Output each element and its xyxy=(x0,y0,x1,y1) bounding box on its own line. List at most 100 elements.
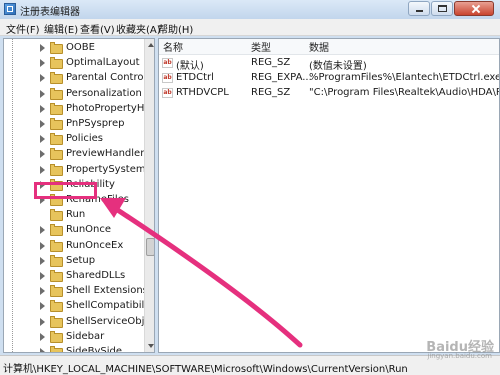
tree-item[interactable]: SideBySide xyxy=(4,345,142,353)
expand-arrow-icon[interactable] xyxy=(40,89,45,98)
tree-item[interactable]: RunOnceEx xyxy=(4,239,142,254)
value-data: %ProgramFiles%\Elantech\ETDCtrl.exe xyxy=(309,72,500,83)
value-row[interactable]: ab (默认) REG_SZ (数值未设置) xyxy=(159,56,499,72)
tree-item[interactable]: Sidebar xyxy=(4,330,142,345)
list-header: 名称 类型 数据 xyxy=(159,39,499,55)
expand-arrow-icon[interactable] xyxy=(40,165,45,174)
tree-item-label: RunOnce xyxy=(66,224,112,236)
minimize-button[interactable] xyxy=(408,1,430,16)
tree-item-label: PnPSysprep xyxy=(66,118,125,129)
folder-icon xyxy=(50,254,63,267)
folder-icon xyxy=(50,57,63,70)
value-data: "C:\Program Files\Realtek\Audio\HDA\RAVC… xyxy=(309,87,500,98)
tree-item[interactable]: Run xyxy=(4,208,142,223)
tree-scrollbar[interactable] xyxy=(144,39,154,352)
folder-icon xyxy=(50,315,63,328)
menu-favorites[interactable]: 收藏夹(A) xyxy=(116,21,161,36)
tree-item[interactable]: Parental Controls xyxy=(4,71,151,86)
tree-item[interactable]: Shell Extensions xyxy=(4,284,148,299)
tree-item[interactable]: RunOnce xyxy=(4,223,142,238)
expand-arrow-icon[interactable] xyxy=(40,287,45,296)
tree-item[interactable]: OOBE xyxy=(4,41,142,56)
tree-item[interactable]: PhotoPropertyHanc xyxy=(4,102,154,117)
tree-item-label: SideBySide xyxy=(66,346,123,353)
expand-arrow-icon[interactable] xyxy=(40,256,45,265)
folder-icon xyxy=(50,102,63,115)
folder-icon xyxy=(50,346,63,352)
expand-arrow-icon[interactable] xyxy=(40,120,45,128)
baidu-watermark-url: jingyan.baidu.com xyxy=(427,352,492,360)
expand-arrow-icon[interactable] xyxy=(40,302,45,311)
column-name[interactable]: 名称 xyxy=(163,39,183,54)
folder-icon xyxy=(50,163,63,176)
value-name: RTHDVCPL xyxy=(176,87,229,98)
tree-item-label: OptimalLayout xyxy=(66,57,140,69)
expand-arrow-icon[interactable] xyxy=(40,226,45,235)
expand-arrow-icon[interactable] xyxy=(40,150,45,159)
menu-edit[interactable]: 编辑(E) xyxy=(44,21,78,36)
string-value-icon: ab xyxy=(162,88,173,98)
tree-item[interactable]: PropertySystem xyxy=(4,163,146,178)
folder-icon xyxy=(50,239,63,252)
tree-item-label: Sidebar xyxy=(66,330,105,342)
tree-item[interactable]: OptimalLayout xyxy=(4,56,142,71)
run-key-highlight-box xyxy=(34,182,97,199)
tree-item[interactable]: ShellCompatibility xyxy=(4,299,154,314)
menu-view[interactable]: 查看(V) xyxy=(80,21,115,36)
value-row[interactable]: ab ETDCtrl REG_EXPA... %ProgramFiles%\Elant… xyxy=(159,71,500,86)
value-type: REG_EXPA... xyxy=(251,72,312,83)
tree-item-label: RunOnceEx xyxy=(66,239,124,251)
tree-item-label: Shell Extensions xyxy=(66,285,148,297)
status-path: 计算机\HKEY_LOCAL_MACHINE\SOFTWARE\Microsof… xyxy=(3,364,408,375)
folder-icon xyxy=(50,300,63,313)
tree-item-label: Personalization xyxy=(66,87,142,99)
registry-values-list[interactable]: 名称 类型 数据 ab (默认) REG_SZ (数值未设置) ab ETDCtrl REG… xyxy=(158,38,500,353)
scroll-thumb[interactable] xyxy=(146,238,154,256)
scroll-down-icon[interactable] xyxy=(148,344,154,348)
folder-icon xyxy=(50,148,63,161)
tree-item[interactable]: Personalization xyxy=(4,87,142,102)
close-button[interactable] xyxy=(454,1,494,16)
tree-item-label: PropertySystem xyxy=(66,163,146,175)
tree-item[interactable]: Setup xyxy=(4,254,142,269)
expand-arrow-icon[interactable] xyxy=(40,44,45,52)
value-type: REG_SZ xyxy=(251,87,291,98)
tree-item[interactable]: PreviewHandlers xyxy=(4,147,150,162)
window-title: 注册表编辑器 xyxy=(20,7,80,18)
tree-item-label: ShellServiceObjectD xyxy=(66,315,154,327)
tree-item-label: PreviewHandlers xyxy=(66,148,150,160)
maximize-button[interactable] xyxy=(431,1,453,16)
title-bar: 注册表编辑器 xyxy=(0,0,500,19)
tree-item-label: OOBE xyxy=(66,42,95,53)
folder-icon xyxy=(50,87,63,100)
expand-arrow-icon[interactable] xyxy=(40,74,45,83)
expand-arrow-icon[interactable] xyxy=(40,241,45,250)
tree-item-label: Run xyxy=(66,209,86,221)
menu-file[interactable]: 文件(F) xyxy=(6,21,40,36)
tree-item[interactable]: ShellServiceObjectD xyxy=(4,315,154,330)
registry-key-tree[interactable]: OOBE OptimalLayout Parental Controls Person… xyxy=(3,38,155,353)
expand-arrow-icon[interactable] xyxy=(40,104,45,113)
string-value-icon: ab xyxy=(162,58,173,68)
expand-arrow-icon[interactable] xyxy=(40,135,45,144)
tree-item-label: Setup xyxy=(66,254,96,266)
expand-arrow-icon[interactable] xyxy=(40,332,45,341)
column-type[interactable]: 类型 xyxy=(251,39,271,54)
expand-arrow-icon[interactable] xyxy=(40,272,45,280)
expand-arrow-icon[interactable] xyxy=(40,348,45,352)
menu-bar: 文件(F) 编辑(E) 查看(V) 收藏夹(A) 帮助(H) xyxy=(0,19,500,36)
tree-item[interactable]: PnPSysprep xyxy=(4,117,142,132)
value-row[interactable]: ab RTHDVCPL REG_SZ "C:\Program Files\Realte… xyxy=(159,86,500,101)
status-bar: 计算机\HKEY_LOCAL_MACHINE\SOFTWARE\Microsof… xyxy=(0,355,500,375)
value-data: (数值未设置) xyxy=(309,61,367,72)
tree-item[interactable]: SharedDLLs xyxy=(4,269,142,284)
expand-arrow-icon[interactable] xyxy=(40,59,45,68)
tree-item[interactable]: Policies xyxy=(4,132,142,147)
folder-icon xyxy=(50,72,63,85)
scroll-up-icon[interactable] xyxy=(148,43,154,47)
value-name: ETDCtrl xyxy=(176,72,214,83)
menu-help[interactable]: 帮助(H) xyxy=(158,21,193,36)
column-data[interactable]: 数据 xyxy=(309,39,329,54)
folder-icon xyxy=(50,270,63,282)
expand-arrow-icon[interactable] xyxy=(40,317,45,326)
